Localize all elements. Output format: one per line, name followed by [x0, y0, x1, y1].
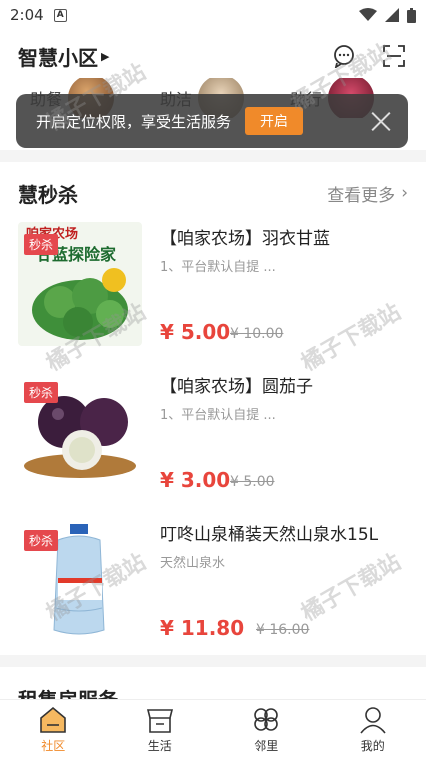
- caret-right-icon[interactable]: ▶: [101, 50, 109, 63]
- product-item[interactable]: 秒杀 叮咚山泉桶装天然山泉水15L 天然山泉水 ¥ 11.80 ¥ 16.00: [0, 518, 426, 658]
- clover-icon: [254, 707, 279, 731]
- tab-label: 邻里: [254, 738, 279, 753]
- product-price: ¥ 11.80: [160, 616, 245, 640]
- tab-me[interactable]: 我的: [320, 700, 426, 759]
- section-divider: [0, 655, 426, 667]
- product-desc: 天然山泉水: [160, 556, 226, 571]
- bottom-tab-bar: 社区 生活 邻里 我的: [0, 699, 426, 759]
- tab-life[interactable]: 生活: [107, 700, 214, 759]
- flash-badge: 秒杀: [24, 530, 59, 551]
- product-original-price: ¥ 5.00: [230, 474, 275, 490]
- flash-sale-header: 慧秒杀 查看更多 ›: [0, 176, 426, 210]
- tab-neighbors[interactable]: 邻里: [213, 700, 320, 759]
- notification-a-icon: A: [53, 8, 67, 22]
- signal-icon: [385, 8, 399, 22]
- view-more-label: 查看更多: [327, 185, 396, 206]
- product-desc: 1、平台默认自提 ...: [160, 408, 276, 423]
- product-price: ¥ 3.00: [160, 468, 231, 492]
- status-time: 2:04: [10, 6, 44, 24]
- product-original-price: ¥ 10.00: [230, 326, 284, 342]
- location-permission-toast: 开启定位权限，享受生活服务 开启: [16, 94, 408, 148]
- tab-label: 社区: [41, 738, 66, 753]
- top-header: 智慧小区 ▶: [0, 30, 426, 82]
- product-name: 【咱家农场】羽衣甘蓝: [160, 229, 330, 249]
- product-original-price: ¥ 16.00: [256, 622, 310, 638]
- product-price: ¥ 5.00: [160, 320, 231, 344]
- view-more-link[interactable]: 查看更多 ›: [327, 181, 408, 206]
- toast-message: 开启定位权限，享受生活服务: [36, 112, 232, 131]
- community-title[interactable]: 智慧小区: [18, 42, 98, 71]
- close-icon[interactable]: [370, 110, 392, 132]
- user-icon: [360, 706, 386, 734]
- section-divider: [0, 150, 426, 162]
- product-item[interactable]: 咱家农场 甘蓝探险家 秒杀 【咱家农场】羽衣甘蓝 1、平台默认自提 ... ¥ …: [0, 222, 426, 362]
- product-name: 叮咚山泉桶装天然山泉水15L: [160, 525, 379, 545]
- home-icon: [40, 706, 67, 733]
- product-item[interactable]: 秒杀 【咱家农场】圆茄子 1、平台默认自提 ... ¥ 3.00 ¥ 5.00: [0, 370, 426, 510]
- store-icon: [146, 708, 173, 733]
- scan-icon[interactable]: [380, 42, 408, 70]
- battery-icon: [407, 7, 416, 23]
- chevron-right-icon: ›: [401, 183, 408, 203]
- enable-location-button[interactable]: 开启: [245, 107, 304, 135]
- tab-label: 生活: [147, 738, 172, 753]
- flash-badge: 秒杀: [24, 382, 59, 403]
- flash-badge: 秒杀: [24, 234, 59, 255]
- section-title: 慧秒杀: [18, 182, 78, 207]
- message-icon[interactable]: [330, 42, 358, 70]
- status-icons: [359, 7, 416, 23]
- wifi-icon: [359, 8, 377, 21]
- tab-label: 我的: [360, 738, 385, 753]
- tab-community[interactable]: 社区: [0, 700, 107, 759]
- status-bar: 2:04 A: [0, 0, 426, 30]
- product-desc: 1、平台默认自提 ...: [160, 260, 276, 275]
- product-name: 【咱家农场】圆茄子: [160, 377, 313, 397]
